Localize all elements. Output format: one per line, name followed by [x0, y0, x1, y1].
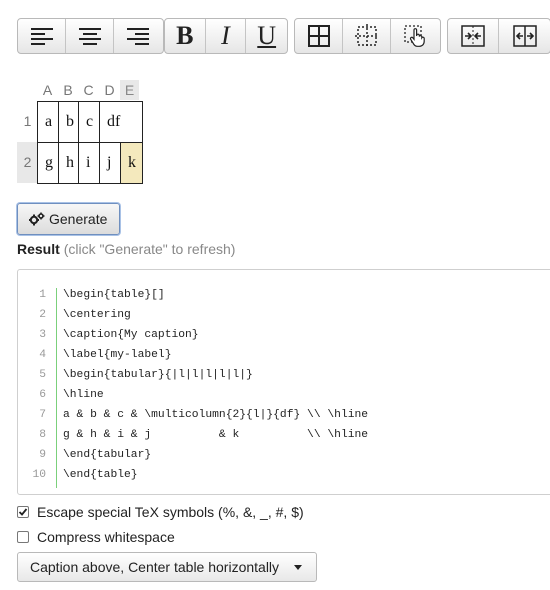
row-header-2[interactable]: 2 [17, 142, 38, 183]
generate-button[interactable]: Generate [17, 203, 120, 235]
align-center-icon [78, 28, 101, 45]
generate-button-label: Generate [49, 211, 108, 227]
code-line: 5 \begin{tabular}{|l|l|l|l|l|} [18, 365, 548, 385]
column-header-e[interactable]: E [120, 80, 139, 100]
border-select-icon [404, 25, 425, 47]
merge-cells-button[interactable] [448, 19, 500, 53]
bold-button[interactable]: B [165, 19, 206, 53]
cell-b2[interactable]: h [58, 142, 78, 183]
column-header-a[interactable]: A [37, 80, 58, 100]
cell-a1[interactable]: a [37, 101, 58, 142]
column-header-b[interactable]: B [58, 80, 78, 100]
caption-position-dropdown[interactable]: Caption above, Center table horizontally [17, 552, 317, 582]
code-text: a & b & c & \multicolumn{2}{l|}{df} \\ \… [63, 409, 369, 421]
line-number: 2 [39, 309, 46, 321]
code-text: \hline [63, 389, 104, 401]
code-line: 7 a & b & c & \multicolumn{2}{l|}{df} \\ … [18, 405, 548, 425]
underline-button[interactable]: U [246, 19, 287, 53]
code-line: 9 \end{tabular} [18, 445, 548, 465]
grid-bottom-border [37, 183, 143, 184]
merge-split-group [447, 18, 550, 54]
code-text: \begin{tabular}{|l|l|l|l|l|} [63, 369, 253, 381]
line-number: 9 [39, 449, 46, 461]
line-number: 1 [39, 289, 46, 301]
code-line: 1 \begin{table}[] [18, 285, 548, 305]
caret-down-icon [294, 565, 302, 570]
code-line: 8 g & h & i & j & k \\ \hline [18, 425, 548, 445]
gears-icon [29, 212, 45, 226]
column-header-d[interactable]: D [99, 80, 120, 100]
escape-label: Escape special TeX symbols (%, &, _, #, … [37, 504, 304, 520]
italic-button[interactable]: I [206, 19, 247, 53]
code-line: 10 \end{table} [18, 465, 548, 485]
line-number: 5 [39, 369, 46, 381]
code-line: 4 \label{my-label} [18, 345, 548, 365]
align-left-icon [30, 28, 53, 45]
border-select-button[interactable] [391, 19, 439, 53]
dropdown-selected-value: Caption above, Center table horizontally [30, 559, 280, 575]
result-title: Result [17, 241, 60, 257]
result-heading: Result (click "Generate" to refresh) [17, 241, 235, 257]
alignment-group [17, 18, 164, 54]
merge-horizontal-icon [461, 25, 485, 47]
compress-option[interactable]: Compress whitespace [17, 527, 175, 547]
split-cells-button[interactable] [499, 19, 550, 53]
code-line: 3 \caption{My caption} [18, 325, 548, 345]
cell-c2[interactable]: i [78, 142, 99, 183]
cell-a2[interactable]: g [37, 142, 58, 183]
code-line: 2 \centering [18, 305, 548, 325]
all-borders-icon [307, 25, 330, 47]
line-number: 4 [39, 349, 46, 361]
italic-icon: I [221, 21, 230, 50]
code-line: 6 \hline [18, 385, 548, 405]
align-right-icon [127, 28, 149, 45]
row-header-1[interactable]: 1 [17, 101, 38, 142]
all-borders-button[interactable] [295, 19, 343, 53]
align-center-button[interactable] [66, 19, 114, 53]
compress-checkbox[interactable] [17, 531, 29, 543]
line-number: 7 [39, 409, 46, 421]
result-hint: (click "Generate" to refresh) [63, 241, 236, 257]
compress-label: Compress whitespace [37, 529, 175, 545]
align-left-button[interactable] [18, 19, 66, 53]
line-number: 6 [39, 389, 46, 401]
line-number: 8 [39, 429, 46, 441]
cell-e2[interactable]: k [120, 142, 143, 183]
line-number: 10 [32, 469, 46, 481]
cell-d1-merged[interactable]: df [99, 101, 143, 142]
code-text: \centering [63, 309, 131, 321]
no-borders-button[interactable] [343, 19, 391, 53]
underline-icon: U [257, 21, 277, 50]
bold-icon: B [176, 21, 194, 50]
split-vertical-icon [512, 25, 537, 47]
code-text: g & h & i & j & k \\ \hline [63, 429, 369, 441]
cell-d2[interactable]: j [99, 142, 120, 183]
code-text: \caption{My caption} [63, 329, 199, 341]
text-style-group: B I U [164, 18, 288, 54]
cell-b1[interactable]: b [58, 101, 78, 142]
column-header-c[interactable]: C [78, 80, 99, 100]
cell-c1[interactable]: c [78, 101, 99, 142]
code-text: \end{table} [63, 469, 138, 481]
code-text: \begin{table}[] [63, 289, 165, 301]
escape-option[interactable]: Escape special TeX symbols (%, &, _, #, … [17, 502, 304, 522]
code-text: \label{my-label} [63, 349, 172, 361]
no-borders-icon [354, 24, 379, 48]
align-right-button[interactable] [114, 19, 162, 53]
code-text: \end{tabular} [63, 449, 152, 461]
checkmark-icon [18, 508, 28, 516]
latex-code-output[interactable]: 1 \begin{table}[] 2 \centering 3 \caption{My … [17, 269, 550, 495]
grid-right-border [142, 101, 143, 184]
border-group [294, 18, 441, 54]
line-number: 3 [39, 329, 46, 341]
escape-checkbox[interactable] [17, 506, 29, 518]
